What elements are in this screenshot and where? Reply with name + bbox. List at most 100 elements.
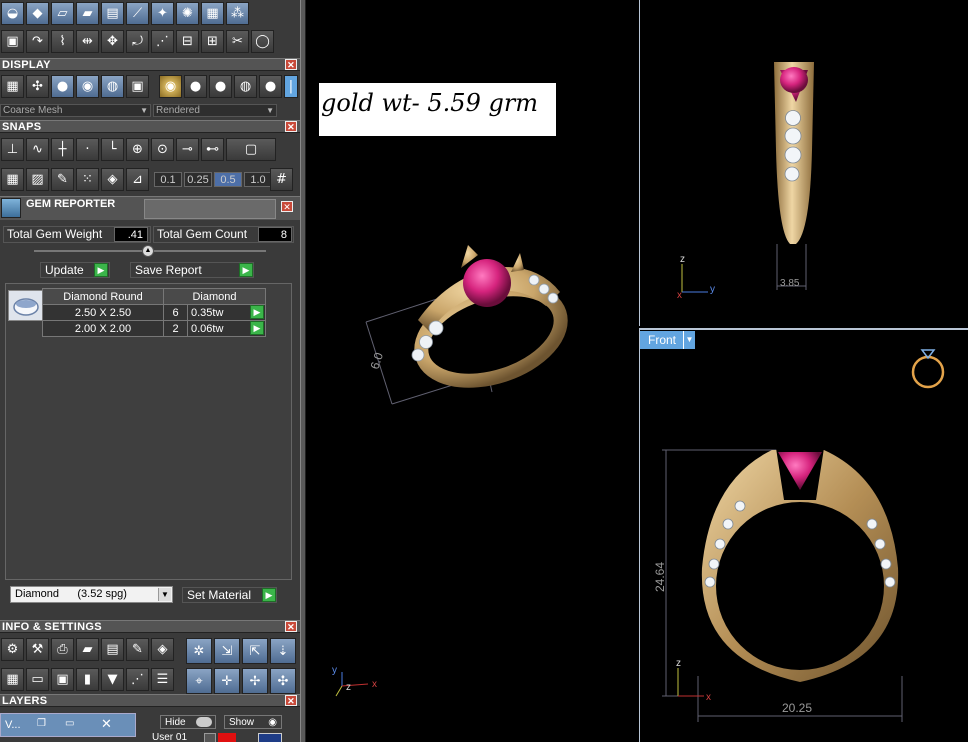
snap-circle-icon[interactable]: ⊙: [151, 138, 174, 161]
wireframe-icon[interactable]: ▦: [1, 75, 24, 98]
snap-value-3[interactable]: 1.0: [244, 172, 272, 187]
surface-icon[interactable]: ▱: [51, 2, 74, 25]
hide-button[interactable]: Hide: [160, 715, 216, 729]
page-icon[interactable]: ▤: [101, 2, 124, 25]
snap-intersect-icon[interactable]: ┼: [51, 138, 74, 161]
mirror-icon[interactable]: ⇹: [76, 30, 99, 53]
render-select[interactable]: Rendered ▼: [153, 104, 277, 117]
import-icon[interactable]: ⇱: [242, 638, 268, 664]
gold-sphere-icon[interactable]: ◉: [159, 75, 182, 98]
layout-icon[interactable]: ▣: [126, 75, 149, 98]
cube-icon[interactable]: ◈: [151, 638, 174, 661]
close-icon[interactable]: ✕: [285, 695, 297, 706]
box-snap-icon[interactable]: ▨: [26, 168, 49, 191]
play-icon[interactable]: ▶: [94, 263, 108, 277]
save-icon[interactable]: ⇣: [270, 638, 296, 664]
book-icon[interactable]: ▮: [76, 668, 99, 691]
split-icon[interactable]: ⊞: [201, 30, 224, 53]
snap-line-icon[interactable]: ⊷: [201, 138, 224, 161]
grid-icon[interactable]: ▦: [201, 2, 224, 25]
layer-color-swatch[interactable]: [218, 733, 236, 742]
printer-icon[interactable]: ⎙: [51, 638, 74, 661]
metal-sphere-icon[interactable]: ●: [184, 75, 207, 98]
sheet-icon[interactable]: ▰: [76, 2, 99, 25]
gem-icon[interactable]: ◆: [26, 2, 49, 25]
front-viewport[interactable]: Front ▼ 24.64 20.25 z x: [639, 328, 968, 742]
play-icon[interactable]: ▶: [239, 263, 253, 277]
ring-icon[interactable]: ◯: [251, 30, 274, 53]
shape-icon[interactable]: ◒: [1, 2, 24, 25]
block-icon[interactable]: ▰: [76, 638, 99, 661]
table-row[interactable]: 2.50 X 2.50 6 0.35tw: [42, 304, 266, 321]
select-icon[interactable]: ⋰: [126, 668, 149, 691]
dot-grid-icon[interactable]: ⁙: [76, 168, 99, 191]
gem-reporter-tab[interactable]: [144, 199, 276, 219]
pen-snap-icon[interactable]: ✎: [51, 168, 74, 191]
perspective-viewport[interactable]: gold wt- 5.59 grm 6.0 y z x: [306, 0, 638, 742]
export-icon[interactable]: ⇲: [214, 638, 240, 664]
close-icon[interactable]: ✕: [285, 59, 297, 70]
render-tool-icon[interactable]: ✲: [186, 638, 212, 664]
gear-icon[interactable]: ✺: [176, 2, 199, 25]
material-select[interactable]: Diamond (3.52 spg) ▼: [10, 586, 173, 603]
snap-corner-icon[interactable]: └: [101, 138, 124, 161]
chrome-sphere-icon[interactable]: ●: [209, 75, 232, 98]
arc-icon[interactable]: ↷: [26, 30, 49, 53]
globe-icon[interactable]: ◍: [101, 75, 124, 98]
gem-prong-icon[interactable]: ✦: [151, 2, 174, 25]
snap-value-0[interactable]: 0.1: [154, 172, 182, 187]
layer-window-bar[interactable]: V... ❐ ▭ ✕: [0, 713, 136, 737]
axis-snap-icon[interactable]: ⊿: [126, 168, 149, 191]
boolean-icon[interactable]: ⊟: [176, 30, 199, 53]
document-icon[interactable]: ▤: [101, 638, 124, 661]
side-viewport[interactable]: 3.85 z y x: [639, 0, 968, 326]
glass-sphere-icon[interactable]: ◍: [234, 75, 257, 98]
close-icon[interactable]: ✕: [101, 716, 112, 732]
layout-grid-icon[interactable]: ▦: [1, 668, 24, 691]
sweep-icon[interactable]: ⟋: [126, 2, 149, 25]
measure-icon[interactable]: ⌖: [186, 668, 212, 694]
layer-active-indicator[interactable]: [258, 733, 282, 742]
cut-icon[interactable]: ✂: [226, 30, 249, 53]
move-icon[interactable]: ✥: [101, 30, 124, 53]
array-icon[interactable]: ⋰: [151, 30, 174, 53]
curve-icon[interactable]: ⌇: [51, 30, 74, 53]
layer-arrow-icon[interactable]: [204, 733, 216, 742]
list-icon[interactable]: ☰: [151, 668, 174, 691]
points-icon[interactable]: ✣: [26, 75, 49, 98]
monitor-icon[interactable]: ▭: [26, 668, 49, 691]
snap-curve-icon[interactable]: ∿: [26, 138, 49, 161]
transform-icon[interactable]: ✣: [270, 668, 296, 694]
mesh-select[interactable]: Coarse Mesh ▼: [0, 104, 151, 117]
snap-endpoint-icon[interactable]: ⊥: [1, 138, 24, 161]
sphere-icon[interactable]: ●: [51, 75, 74, 98]
play-icon[interactable]: ▶: [262, 588, 276, 602]
cubes-icon[interactable]: ▣: [1, 30, 24, 53]
cube-wire-icon[interactable]: ▣: [51, 668, 74, 691]
show-button[interactable]: Show ◉: [224, 715, 282, 729]
grid-snap-icon[interactable]: ▦: [1, 168, 24, 191]
rotate-icon[interactable]: ⤾: [126, 30, 149, 53]
snap-grid-icon[interactable]: #: [270, 168, 293, 191]
snap-center-icon[interactable]: ⊕: [126, 138, 149, 161]
play-icon[interactable]: ▶: [250, 321, 264, 335]
close-icon[interactable]: ✕: [281, 201, 293, 212]
minimize-icon[interactable]: ▭: [65, 718, 74, 729]
matte-sphere-icon[interactable]: ●: [259, 75, 282, 98]
filter-icon[interactable]: ▼: [101, 668, 124, 691]
wrench-icon[interactable]: ⚒: [26, 638, 49, 661]
snap-frame-icon[interactable]: ▢: [226, 138, 276, 161]
edit-icon[interactable]: ✎: [126, 638, 149, 661]
save-report-button[interactable]: Save Report: [130, 262, 254, 278]
sphere-shaded-icon[interactable]: ◉: [76, 75, 99, 98]
table-row[interactable]: 2.00 X 2.00 2 0.06tw: [42, 320, 266, 337]
snap-value-2[interactable]: 0.5: [214, 172, 242, 187]
display-scroll[interactable]: |: [284, 75, 298, 98]
snap-to-icon[interactable]: ✛: [214, 668, 240, 694]
snap-value-1[interactable]: 0.25: [184, 172, 212, 187]
plane-snap-icon[interactable]: ◈: [101, 168, 124, 191]
snap-point-icon[interactable]: ·: [76, 138, 99, 161]
close-icon[interactable]: ✕: [285, 621, 297, 632]
play-icon[interactable]: ▶: [250, 305, 264, 319]
snap-mid-icon[interactable]: ⊸: [176, 138, 199, 161]
